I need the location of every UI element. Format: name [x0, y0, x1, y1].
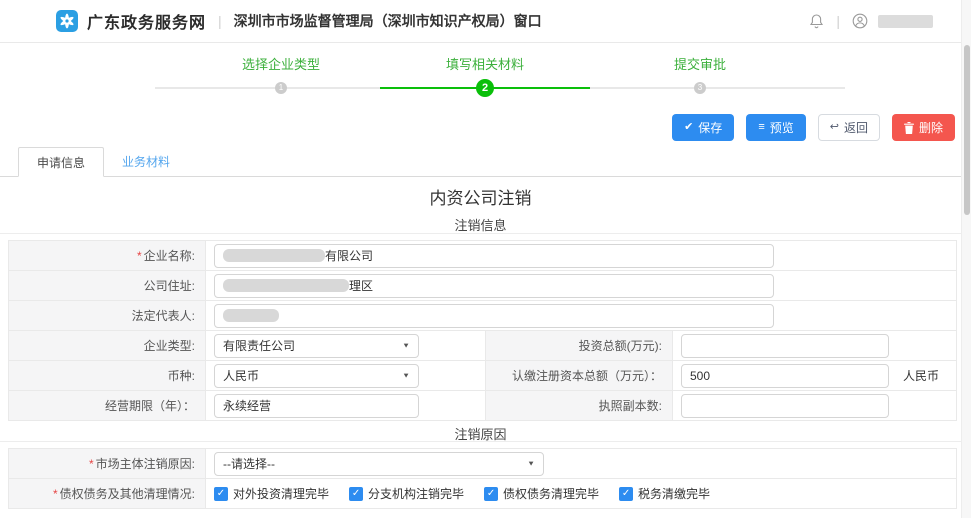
redacted-text [223, 279, 349, 292]
redacted-text [223, 309, 279, 322]
business-term-input[interactable]: 永续经营 [214, 394, 419, 418]
tab-application-info[interactable]: 申请信息 [18, 147, 104, 177]
license-copies-label: 执照副本数: [485, 391, 673, 420]
row-company-type-investment: 企业类型: 有限责任公司 ▼ 投资总额(万元): [9, 331, 956, 361]
step-label-submit-approval: 提交审批 [674, 54, 726, 73]
section-divider [0, 233, 961, 234]
business-term-label: 经营期限（年）： [9, 391, 206, 420]
section-title-info: 注销信息 [0, 215, 961, 234]
caret-down-icon: ▼ [402, 372, 410, 380]
required-mark: * [137, 249, 142, 263]
checked-checkbox-icon: ✓ [349, 487, 363, 501]
step-label-fill-materials: 填写相关材料 [446, 54, 524, 73]
checked-checkbox-icon: ✓ [214, 487, 228, 501]
checked-checkbox-icon: ✓ [484, 487, 498, 501]
scrollbar-thumb[interactable] [964, 45, 970, 215]
row-currency-capital: 币种: 人民币 ▼ 认缴注册资本总额（万元）： 500 人民币 [9, 361, 956, 391]
step-dot-2-active: 2 [476, 79, 494, 97]
legal-representative-label: 法定代表人: [9, 301, 206, 330]
user-name-redacted[interactable] [878, 15, 933, 28]
delete-button[interactable]: 删除 [892, 114, 955, 141]
row-cancellation-reason: * 市场主体注销原因: --请选择-- ▼ [9, 449, 956, 479]
company-name-input[interactable]: 有限公司 [214, 244, 774, 268]
cancellation-reason-label: * 市场主体注销原因: [9, 449, 206, 478]
toolbar: ✔ 保存 ≡ 预览 ↩ 返回 删除 [672, 114, 955, 141]
row-term-license: 经营期限（年）： 永续经营 执照副本数: [9, 391, 956, 421]
tab-bar: 申请信息 业务材料 [0, 146, 961, 177]
step-dot-3: 3 [694, 82, 706, 94]
company-name-label: * 企业名称: [9, 241, 206, 270]
row-debt-clearance: * 债权债务及其他清理情况: ✓ 对外投资清理完毕 ✓ 分支机构注销完毕 ✓ 债… [9, 479, 956, 509]
list-icon: ≡ [758, 122, 764, 133]
stepper: 选择企业类型 填写相关材料 提交审批 1 2 3 [0, 50, 961, 106]
company-type-select[interactable]: 有限责任公司 ▼ [214, 334, 419, 358]
checkbox-debts-cleared[interactable]: ✓ 债权债务清理完毕 [484, 485, 599, 502]
legal-representative-input[interactable] [214, 304, 774, 328]
total-investment-label: 投资总额(万元): [485, 331, 673, 360]
company-address-label: 公司住址: [9, 271, 206, 300]
deregistration-reason-table: * 市场主体注销原因: --请选择-- ▼ * 债权债务及其他清理情况: ✓ 对… [8, 448, 957, 509]
section-divider [0, 441, 961, 442]
currency-label: 币种: [9, 361, 206, 390]
return-arrow-icon: ↩ [830, 122, 839, 133]
step-dot-1: 1 [275, 82, 287, 94]
header: 广东政务服务网 | 深圳市市场监督管理局（深圳市知识产权局）窗口 | [0, 0, 961, 43]
checkbox-branches-deregistered[interactable]: ✓ 分支机构注销完毕 [349, 485, 464, 502]
caret-down-icon: ▼ [527, 460, 535, 468]
redacted-text [223, 249, 325, 262]
required-mark: * [53, 487, 58, 501]
check-icon: ✔ [684, 122, 693, 133]
delete-button-label: 删除 [919, 119, 943, 136]
checkbox-taxes-paid[interactable]: ✓ 税务清缴完毕 [619, 485, 710, 502]
header-separator: | [218, 13, 222, 29]
trash-icon [904, 122, 914, 134]
brand-name: 广东政务服务网 [87, 9, 206, 33]
license-copies-input[interactable] [681, 394, 889, 418]
window-title: 深圳市市场监督管理局（深圳市知识产权局）窗口 [234, 11, 542, 31]
company-address-input[interactable]: 理区 [214, 274, 774, 298]
tab-business-materials[interactable]: 业务材料 [104, 146, 188, 176]
back-button[interactable]: ↩ 返回 [818, 114, 880, 141]
registered-capital-input[interactable]: 500 [681, 364, 889, 388]
back-button-label: 返回 [844, 119, 868, 136]
user-avatar-icon[interactable] [852, 13, 868, 29]
registered-capital-label: 认缴注册资本总额（万元）： [485, 361, 673, 390]
page: 广东政务服务网 | 深圳市市场监督管理局（深圳市知识产权局）窗口 | [0, 0, 971, 518]
deregistration-info-table: * 企业名称: 有限公司 公司住址: 理区 [8, 240, 957, 421]
required-mark: * [89, 457, 94, 471]
company-type-label: 企业类型: [9, 331, 206, 360]
row-legal-representative: 法定代表人: [9, 301, 956, 331]
header-right-separator: | [836, 13, 840, 29]
checked-checkbox-icon: ✓ [619, 487, 633, 501]
save-button-label: 保存 [698, 119, 722, 136]
brand-link[interactable]: 广东政务服务网 [55, 9, 206, 33]
step-label-choose-type: 选择企业类型 [242, 54, 320, 73]
checkbox-foreign-investment-cleared[interactable]: ✓ 对外投资清理完毕 [214, 485, 329, 502]
page-title: 内资公司注销 [0, 184, 961, 209]
debt-clearance-label: * 债权债务及其他清理情况: [9, 479, 206, 508]
currency-select[interactable]: 人民币 ▼ [214, 364, 419, 388]
header-right: | [809, 13, 933, 29]
scrollbar-track[interactable] [961, 0, 971, 518]
stepper-progress-line [155, 87, 845, 89]
caret-down-icon: ▼ [402, 342, 410, 350]
bell-icon[interactable] [809, 13, 824, 29]
registered-capital-unit: 人民币 [903, 367, 939, 384]
gov-pinwheel-logo-icon [55, 9, 79, 33]
cancellation-reason-select[interactable]: --请选择-- ▼ [214, 452, 544, 476]
row-company-name: * 企业名称: 有限公司 [9, 241, 956, 271]
total-investment-input[interactable] [681, 334, 889, 358]
save-button[interactable]: ✔ 保存 [672, 114, 734, 141]
preview-button-label: 预览 [770, 119, 794, 136]
preview-button[interactable]: ≡ 预览 [746, 114, 805, 141]
row-company-address: 公司住址: 理区 [9, 271, 956, 301]
debt-clearance-checkbox-group: ✓ 对外投资清理完毕 ✓ 分支机构注销完毕 ✓ 债权债务清理完毕 ✓ 税务清缴完… [214, 485, 710, 502]
